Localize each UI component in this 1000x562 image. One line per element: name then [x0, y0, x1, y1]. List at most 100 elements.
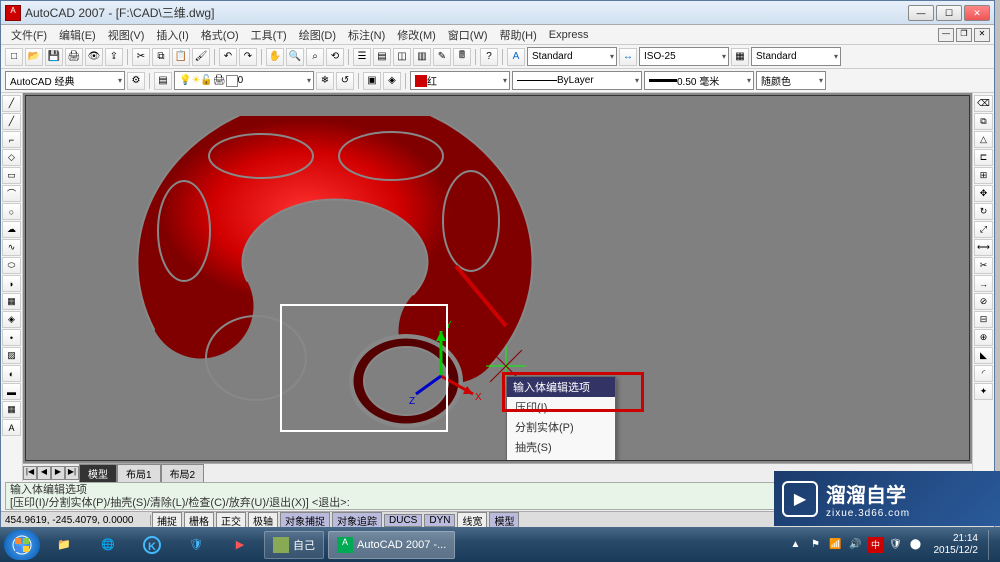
- plot-preview-icon[interactable]: 👁: [85, 48, 103, 66]
- makeblock-icon[interactable]: ◈: [2, 311, 21, 328]
- circle-icon[interactable]: ○: [2, 203, 21, 220]
- gradient-icon[interactable]: ◐: [2, 365, 21, 382]
- print-icon[interactable]: 🖨: [65, 48, 83, 66]
- menu-draw[interactable]: 绘图(D): [293, 25, 342, 45]
- break2-icon[interactable]: ⊟: [974, 311, 993, 328]
- pinned-kugou-icon[interactable]: K: [132, 531, 172, 559]
- tray-flag-icon[interactable]: ⚑: [808, 537, 824, 553]
- layer-prev-icon[interactable]: ↺: [336, 72, 354, 90]
- mdi-restore[interactable]: ❐: [956, 28, 972, 42]
- calc-icon[interactable]: 🖩: [453, 48, 471, 66]
- help-icon[interactable]: ?: [480, 48, 498, 66]
- lineweight-combo[interactable]: 0.50 毫米: [644, 71, 754, 90]
- zoom-prev-icon[interactable]: ⟲: [326, 48, 344, 66]
- pan-icon[interactable]: ✋: [266, 48, 284, 66]
- redo-icon[interactable]: ↷: [239, 48, 257, 66]
- block-make-icon[interactable]: ◈: [383, 72, 401, 90]
- tray-ime-icon[interactable]: 中: [868, 537, 884, 553]
- insertblock-icon[interactable]: ▦: [2, 293, 21, 310]
- menu-view[interactable]: 视图(V): [102, 25, 151, 45]
- menu-edit[interactable]: 编辑(E): [53, 25, 102, 45]
- array-icon[interactable]: ⊞: [974, 167, 993, 184]
- mirror-icon[interactable]: △: [974, 131, 993, 148]
- explode-icon[interactable]: ✦: [974, 383, 993, 400]
- erase-icon[interactable]: ⌫: [974, 95, 993, 112]
- polygon-icon[interactable]: ◇: [2, 149, 21, 166]
- open-icon[interactable]: 📂: [25, 48, 43, 66]
- cut-icon[interactable]: ✂: [132, 48, 150, 66]
- designcenter-icon[interactable]: ▤: [373, 48, 391, 66]
- tray-clock[interactable]: 21:14 2015/12/2: [928, 533, 985, 557]
- status-ducs[interactable]: DUCS: [384, 514, 422, 527]
- tray-volume-icon[interactable]: 🔊: [848, 537, 864, 553]
- copy-modify-icon[interactable]: ⧉: [974, 113, 993, 130]
- show-desktop-button[interactable]: [988, 530, 996, 560]
- linetype-combo[interactable]: ByLayer: [512, 71, 642, 90]
- ctx-clean[interactable]: 清除(L): [507, 457, 615, 461]
- pline-icon[interactable]: ⌐: [2, 131, 21, 148]
- coords-readout[interactable]: 454.9619, -245.4079, 0.0000: [1, 515, 151, 526]
- workspace-combo[interactable]: AutoCAD 经典: [5, 71, 125, 90]
- publish-icon[interactable]: ⇪: [105, 48, 123, 66]
- ellipsearc-icon[interactable]: ◗: [2, 275, 21, 292]
- plotstyle-combo[interactable]: 随颜色: [756, 71, 826, 90]
- zoom-rt-icon[interactable]: 🔍: [286, 48, 304, 66]
- region-icon[interactable]: ▬: [2, 383, 21, 400]
- chamfer-icon[interactable]: ◣: [974, 347, 993, 364]
- start-button[interactable]: [4, 530, 40, 560]
- tab-nav-prev[interactable]: ◀: [37, 466, 51, 480]
- tray-shield-icon[interactable]: 🛡: [888, 537, 904, 553]
- menu-dimension[interactable]: 标注(N): [342, 25, 391, 45]
- close-button[interactable]: ✕: [964, 5, 990, 21]
- properties-icon[interactable]: ☰: [353, 48, 371, 66]
- markup-icon[interactable]: ✎: [433, 48, 451, 66]
- toolpalettes-icon[interactable]: ◫: [393, 48, 411, 66]
- maximize-button[interactable]: ☐: [936, 5, 962, 21]
- sheetset-icon[interactable]: ▥: [413, 48, 431, 66]
- fillet-icon[interactable]: ◜: [974, 365, 993, 382]
- viewport[interactable]: Y X Z 输入体编辑选项 压印(I) 分割实: [25, 95, 970, 461]
- status-dyn[interactable]: DYN: [424, 514, 455, 527]
- table-icon[interactable]: ▦: [2, 401, 21, 418]
- ellipse-icon[interactable]: ⬭: [2, 257, 21, 274]
- spline-icon[interactable]: ∿: [2, 239, 21, 256]
- undo-icon[interactable]: ↶: [219, 48, 237, 66]
- textstyle-tb-icon[interactable]: A: [507, 48, 525, 66]
- stretch-icon[interactable]: ⟷: [974, 239, 993, 256]
- mdi-minimize[interactable]: —: [938, 28, 954, 42]
- menu-window[interactable]: 窗口(W): [442, 25, 494, 45]
- workspace-settings-icon[interactable]: ⚙: [127, 72, 145, 90]
- copy-icon[interactable]: ⧉: [152, 48, 170, 66]
- textstyle-combo[interactable]: Standard: [527, 47, 617, 66]
- tab-nav-last[interactable]: ▶|: [65, 466, 79, 480]
- dimstyle-tb-icon[interactable]: ↔: [619, 48, 637, 66]
- layer-combo[interactable]: 💡 ☀ 🔓 🖨 0: [174, 71, 314, 90]
- matchprop-icon[interactable]: 🖌: [192, 48, 210, 66]
- ctx-shell[interactable]: 抽壳(S): [507, 437, 615, 457]
- mtext-icon[interactable]: A: [2, 419, 21, 436]
- tray-misc-icon[interactable]: ⬤: [908, 537, 924, 553]
- tab-nav-next[interactable]: ▶: [51, 466, 65, 480]
- arc-icon[interactable]: ⌒: [2, 185, 21, 202]
- minimize-button[interactable]: —: [908, 5, 934, 21]
- tray-network-icon[interactable]: 📶: [828, 537, 844, 553]
- mdi-close[interactable]: ✕: [974, 28, 990, 42]
- zoom-win-icon[interactable]: ⌕: [306, 48, 324, 66]
- menu-format[interactable]: 格式(O): [195, 25, 245, 45]
- block-insert-icon[interactable]: ▣: [363, 72, 381, 90]
- scale-icon[interactable]: ⤢: [974, 221, 993, 238]
- point-icon[interactable]: •: [2, 329, 21, 346]
- paste-icon[interactable]: 📋: [172, 48, 190, 66]
- tab-nav-first[interactable]: |◀: [23, 466, 37, 480]
- menu-file[interactable]: 文件(F): [5, 25, 53, 45]
- offset-icon[interactable]: ⊏: [974, 149, 993, 166]
- save-icon[interactable]: 💾: [45, 48, 63, 66]
- menu-insert[interactable]: 插入(I): [150, 25, 194, 45]
- tab-layout1[interactable]: 布局1: [117, 464, 161, 482]
- layer-props-icon[interactable]: ▤: [154, 72, 172, 90]
- task-item-autocad[interactable]: A AutoCAD 2007 -...: [328, 531, 455, 559]
- menu-modify[interactable]: 修改(M): [391, 25, 442, 45]
- pinned-browser-icon[interactable]: 🌐: [88, 531, 128, 559]
- task-item-1[interactable]: 自己: [264, 531, 324, 559]
- dimstyle-combo[interactable]: ISO-25: [639, 47, 729, 66]
